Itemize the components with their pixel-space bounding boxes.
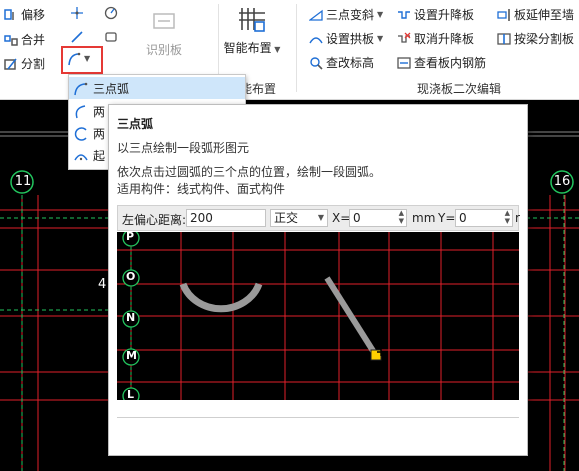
split-slab-by-beam-button[interactable]: 按梁分割板 xyxy=(497,30,574,47)
preview-axis-p: P xyxy=(126,232,135,243)
drop-slab-icon xyxy=(397,8,411,22)
three-point-arc-icon xyxy=(73,81,88,96)
offset-distance-input[interactable]: 200 xyxy=(186,209,266,227)
demo-preview: P O N M L xyxy=(117,232,519,400)
extend-slab-label: 板延伸至墙 xyxy=(514,8,575,22)
check-elevation-button[interactable]: 查改标高 xyxy=(309,54,374,71)
identify-board-button[interactable]: 识别板 xyxy=(136,8,192,58)
split-icon xyxy=(4,57,18,71)
tooltip-description: 以三点绘制一段弧形图元 xyxy=(117,141,250,155)
preview-axis-o: O xyxy=(126,270,136,283)
check-elevation-label: 查改标高 xyxy=(326,56,375,70)
tooltip-title: 三点弧 xyxy=(117,117,154,131)
view-slab-rebar-label: 查看板内钢筋 xyxy=(414,56,487,70)
cancel-drop-slab-icon xyxy=(397,32,411,46)
merge-button[interactable]: 合并 xyxy=(4,31,45,48)
spinner-icon: ▲ ▼ xyxy=(504,209,510,225)
menu-item-label: 两 xyxy=(93,104,106,119)
x-input-value: 0 xyxy=(353,211,361,225)
demo-control-bar: 左偏心距离: 200 正交 ▼ X= 0 ▲ ▼ mm Y= 0 ▲ ▼ r xyxy=(117,205,520,231)
chevron-down-icon: ▼ xyxy=(377,10,384,19)
merge-label: 合并 xyxy=(21,33,46,47)
x-input[interactable]: 0 ▲ ▼ xyxy=(349,209,407,227)
cancel-drop-slab-label: 取消升降板 xyxy=(414,32,475,46)
y-input-value: 0 xyxy=(459,211,467,225)
line-icon[interactable] xyxy=(70,30,84,44)
three-point-slope-label: 三点变斜 xyxy=(326,8,375,22)
x-label: X= xyxy=(332,211,351,225)
offset-label: 偏移 xyxy=(21,8,46,22)
circle-arc-icon xyxy=(73,126,87,141)
menu-item-label: 三点弧 xyxy=(93,81,130,96)
check-elevation-icon xyxy=(309,56,323,70)
offset-distance-label: 左偏心距离: xyxy=(122,213,187,227)
preview-drawing xyxy=(117,232,519,400)
y-label: Y= xyxy=(438,211,456,225)
offset-button[interactable]: 偏移 xyxy=(4,6,45,23)
smart-layout-icon xyxy=(237,4,267,34)
identify-board-label: 识别板 xyxy=(145,43,182,57)
rotate-point-icon[interactable] xyxy=(104,6,118,20)
truncated-unit-label: r xyxy=(515,211,520,225)
smart-layout-button[interactable]: 智能布置 ▼ xyxy=(223,4,281,56)
smart-layout-label: 智能布置 ▼ xyxy=(223,41,281,55)
menu-item-label: 两 xyxy=(93,126,106,141)
set-arch-slab-label: 设置拱板 xyxy=(326,32,375,46)
split-by-beam-icon xyxy=(497,32,511,46)
merge-icon xyxy=(4,33,18,47)
cancel-drop-slab-button[interactable]: 取消升降板 xyxy=(397,30,474,47)
set-drop-slab-button[interactable]: 设置升降板 xyxy=(397,6,474,23)
mode-select[interactable]: 正交 ▼ xyxy=(270,209,328,227)
ribbon-separator xyxy=(296,4,297,92)
preview-axis-l: L xyxy=(127,388,135,400)
extend-slab-icon xyxy=(497,8,511,22)
arc-icon xyxy=(67,51,81,66)
point-icon[interactable] xyxy=(70,6,84,20)
split-button[interactable]: 分割 xyxy=(4,55,45,72)
preview-axis-n: N xyxy=(126,311,136,324)
arc-dropdown-button[interactable]: ▼ xyxy=(67,51,91,66)
three-point-slope-icon xyxy=(308,8,323,22)
chevron-down-icon: ▼ xyxy=(377,34,384,43)
menu-item-label: 起 xyxy=(93,148,106,163)
axis-label-11: 11 xyxy=(14,174,32,189)
set-drop-slab-label: 设置升降板 xyxy=(414,8,475,22)
split-label: 分割 xyxy=(21,57,46,71)
cast-slab-group-label: 现浇板二次编辑 xyxy=(417,82,502,96)
view-rebar-icon xyxy=(397,56,411,70)
view-slab-rebar-button[interactable]: 查看板内钢筋 xyxy=(397,54,486,71)
tooltip-divider xyxy=(117,417,519,418)
tooltip-instruction: 依次点击过圆弧的三个点的位置，绘制一段圆弧。 xyxy=(117,165,382,179)
identify-board-icon xyxy=(151,8,177,34)
offset-icon xyxy=(4,8,18,22)
three-point-slope-button[interactable]: 三点变斜 ▼ xyxy=(308,6,384,23)
chevron-down-icon: ▼ xyxy=(84,53,91,63)
axis-label-4: 4 xyxy=(98,277,107,292)
chevron-down-icon: ▼ xyxy=(317,213,324,222)
x-unit-label: mm xyxy=(412,211,436,225)
axis-label-16: 16 xyxy=(553,174,571,189)
mode-select-value: 正交 xyxy=(274,211,299,225)
preview-axis-m: M xyxy=(126,349,137,362)
spinner-icon: ▲ ▼ xyxy=(398,209,404,225)
tooltip-applicable: 适用构件：线式构件、面式构件 xyxy=(117,182,286,196)
tooltip-popup: 三点弧 以三点绘制一段弧形图元 依次点击过圆弧的三个点的位置，绘制一段圆弧。 适… xyxy=(108,104,528,456)
arch-slab-icon xyxy=(309,32,323,46)
extend-slab-to-wall-button[interactable]: 板延伸至墙 xyxy=(497,6,574,23)
split-slab-by-beam-label: 按梁分割板 xyxy=(514,32,575,46)
set-arch-slab-button[interactable]: 设置拱板 ▼ xyxy=(309,30,383,47)
start-arc-icon xyxy=(73,148,88,162)
menu-item-three-point-arc[interactable]: 三点弧 xyxy=(69,77,245,99)
y-input[interactable]: 0 ▲ ▼ xyxy=(455,209,513,227)
arc-icon xyxy=(73,104,87,119)
rectangle-icon[interactable] xyxy=(104,30,118,44)
